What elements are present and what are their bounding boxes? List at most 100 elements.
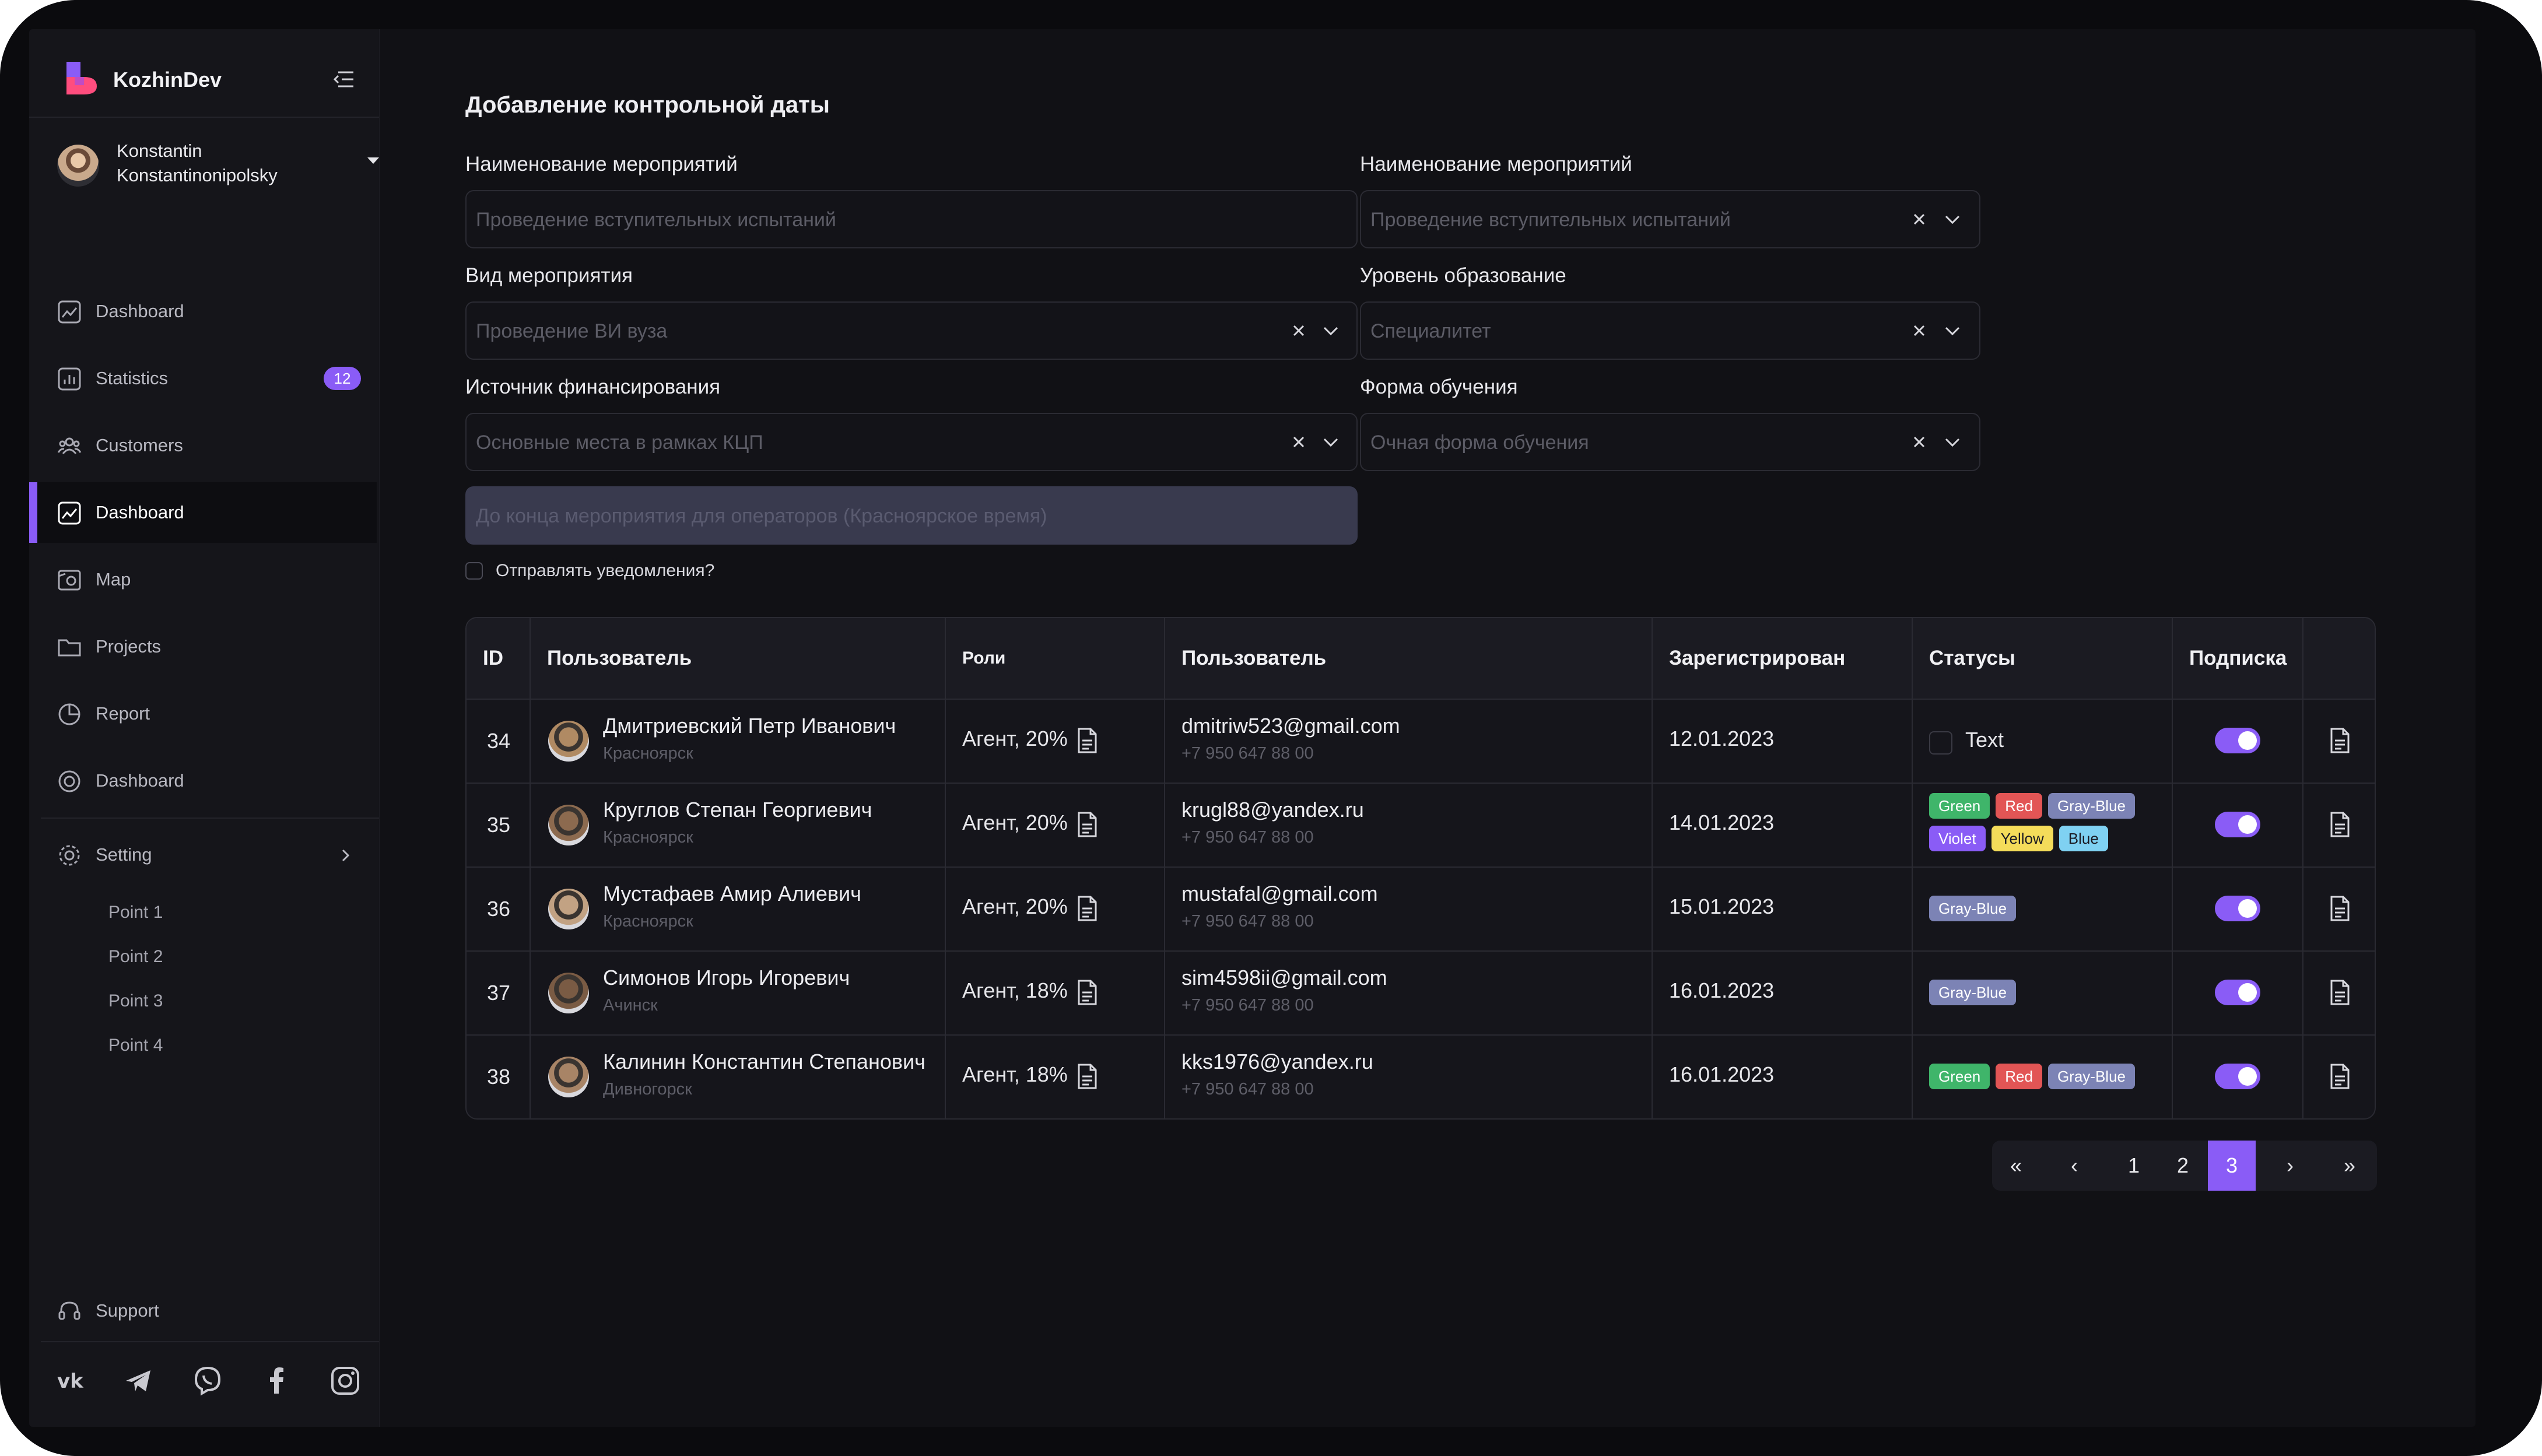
event-name-select[interactable]: Проведение вступительных испытаний — [1360, 190, 1980, 248]
sidebar-item-map[interactable]: Map — [29, 549, 379, 610]
chevron-down-icon[interactable] — [1321, 434, 1340, 450]
page-2-button[interactable]: 2 — [2159, 1141, 2207, 1191]
status-tags: Green Red Gray-Blue — [1929, 1064, 2174, 1096]
role-cell: Агент, 18% — [946, 1036, 1165, 1118]
chevron-down-icon[interactable] — [1321, 322, 1340, 339]
user-email[interactable]: mustafal@gmail.com — [1181, 882, 1378, 906]
funding-source-select[interactable]: Основные места в рамках КЦП — [465, 413, 1358, 471]
sidebar-item-statistics[interactable]: Statistics 12 — [29, 348, 379, 409]
next-page-button[interactable]: › — [2266, 1141, 2314, 1191]
subscription-toggle[interactable] — [2215, 1064, 2260, 1089]
instagram-icon[interactable] — [329, 1364, 362, 1397]
toggle-knob — [2238, 899, 2257, 918]
role-cell: Агент, 18% — [946, 952, 1165, 1034]
clear-icon[interactable] — [1910, 321, 1928, 340]
column-header-statuses[interactable]: Статусы — [1913, 618, 2173, 699]
contact-cell: sim4598ii@gmail.com +7 950 647 88 00 — [1165, 952, 1653, 1034]
deadline-input[interactable]: До конца мероприятия для операторов (Кра… — [465, 486, 1358, 545]
field-label: Вид мероприятия — [465, 264, 633, 287]
document-icon[interactable] — [2329, 1064, 2350, 1089]
document-icon[interactable] — [1077, 896, 1098, 921]
viber-icon[interactable] — [191, 1364, 224, 1397]
user-email[interactable]: dmitriw523@gmail.com — [1181, 714, 1400, 738]
study-form-select[interactable]: Очная форма обучения — [1360, 413, 1980, 471]
user-email[interactable]: kks1976@yandex.ru — [1181, 1050, 1373, 1074]
event-name-input[interactable]: Проведение вступительных испытаний — [465, 190, 1358, 248]
clear-icon[interactable] — [1290, 433, 1307, 451]
column-header-subscription[interactable]: Подписка — [2173, 618, 2303, 699]
chevron-down-icon[interactable] — [1943, 211, 1962, 227]
subscription-toggle[interactable] — [2215, 980, 2260, 1005]
field-label: Форма обучения — [1360, 376, 1518, 398]
last-page-button[interactable]: » — [2326, 1141, 2373, 1191]
dashboard-icon — [58, 501, 81, 525]
subscription-toggle[interactable] — [2215, 812, 2260, 837]
clear-icon[interactable] — [1290, 321, 1307, 340]
column-header-roles[interactable]: Роли — [946, 618, 1165, 699]
document-icon[interactable] — [2329, 812, 2350, 837]
page-1-button[interactable]: 1 — [2110, 1141, 2158, 1191]
clear-icon[interactable] — [1910, 433, 1928, 451]
clear-icon[interactable] — [1910, 210, 1928, 229]
education-level-select[interactable]: Специалитет — [1360, 301, 1980, 360]
status-checkbox[interactable] — [1929, 731, 1952, 755]
sidebar-subitem-point-2[interactable]: Point 2 — [108, 947, 163, 967]
column-header-id[interactable]: ID — [467, 618, 531, 699]
chevron-down-icon[interactable] — [1943, 322, 1962, 339]
registered-date: 15.01.2023 — [1669, 894, 1775, 918]
notify-label: Отправлять уведомления? — [496, 561, 715, 580]
sidebar-item-dashboard-active[interactable]: Dashboard — [29, 482, 377, 543]
document-icon[interactable] — [2329, 980, 2350, 1005]
document-icon[interactable] — [2329, 896, 2350, 921]
notify-checkbox[interactable] — [465, 562, 483, 580]
vk-icon[interactable]: vk — [55, 1364, 87, 1397]
avatar — [57, 145, 99, 187]
headset-icon — [58, 1301, 80, 1320]
subscription-toggle[interactable] — [2215, 896, 2260, 921]
column-header-user[interactable]: Пользователь — [531, 618, 946, 699]
document-icon[interactable] — [2329, 728, 2350, 753]
sidebar-subitem-point-1[interactable]: Point 1 — [108, 903, 163, 922]
pie-chart-icon — [58, 703, 80, 725]
sidebar-item-dashboard[interactable]: Dashboard — [29, 281, 379, 342]
user-name[interactable]: Калинин Константин Степанович — [603, 1050, 925, 1074]
user-city: Красноярск — [603, 744, 693, 763]
user-name[interactable]: Круглов Степан Георгиевич — [603, 798, 872, 822]
sidebar-item-label: Report — [96, 703, 150, 724]
action-cell — [2303, 952, 2375, 1034]
document-icon[interactable] — [1077, 1064, 1098, 1089]
prev-page-button[interactable]: ‹ — [2050, 1141, 2098, 1191]
table-row: 35 Круглов Степан Георгиевич Красноярск Аге… — [467, 783, 2375, 866]
document-icon[interactable] — [1077, 728, 1098, 753]
user-email[interactable]: krugl88@yandex.ru — [1181, 798, 1364, 822]
first-page-button[interactable]: « — [1992, 1141, 2040, 1191]
user-name[interactable]: Дмитриевский Петр Иванович — [603, 714, 896, 738]
document-icon[interactable] — [1077, 980, 1098, 1005]
sidebar-subitem-point-4[interactable]: Point 4 — [108, 1036, 163, 1055]
sidebar-item-report[interactable]: Report — [29, 683, 379, 744]
column-header-registered[interactable]: Зарегистрирован — [1653, 618, 1913, 699]
chevron-down-icon[interactable] — [1943, 434, 1962, 450]
toggle-knob — [2238, 731, 2257, 750]
role-text: Агент, 18% — [962, 978, 1068, 1002]
pagination: « ‹ 1 2 3 › » — [1992, 1141, 2377, 1191]
event-type-select[interactable]: Проведение ВИ вуза — [465, 301, 1358, 360]
sidebar-item-projects[interactable]: Projects — [29, 616, 379, 677]
sidebar-subitem-point-3[interactable]: Point 3 — [108, 991, 163, 1011]
collapse-sidebar-icon[interactable] — [332, 69, 356, 90]
sidebar-item-setting[interactable]: Setting — [29, 825, 379, 885]
telegram-icon[interactable] — [122, 1364, 155, 1397]
column-header-contact[interactable]: Пользователь — [1165, 618, 1653, 699]
user-email[interactable]: sim4598ii@gmail.com — [1181, 966, 1387, 990]
sidebar-item-dashboard-2[interactable]: Dashboard — [29, 750, 379, 811]
user-menu[interactable]: Konstantin Konstantinonipolsky — [57, 134, 379, 198]
sidebar-item-customers[interactable]: Customers — [29, 415, 379, 476]
page-3-button[interactable]: 3 — [2208, 1141, 2256, 1191]
table-row: 36 Мустафаев Амир Алиевич Красноярск Агент,… — [467, 866, 2375, 950]
facebook-icon[interactable] — [260, 1364, 293, 1397]
subscription-toggle[interactable] — [2215, 728, 2260, 753]
user-name[interactable]: Симонов Игорь Игоревич — [603, 966, 850, 990]
user-name[interactable]: Мустафаев Амир Алиевич — [603, 882, 861, 906]
document-icon[interactable] — [1077, 812, 1098, 837]
sidebar-item-support[interactable]: Support — [29, 1280, 379, 1341]
